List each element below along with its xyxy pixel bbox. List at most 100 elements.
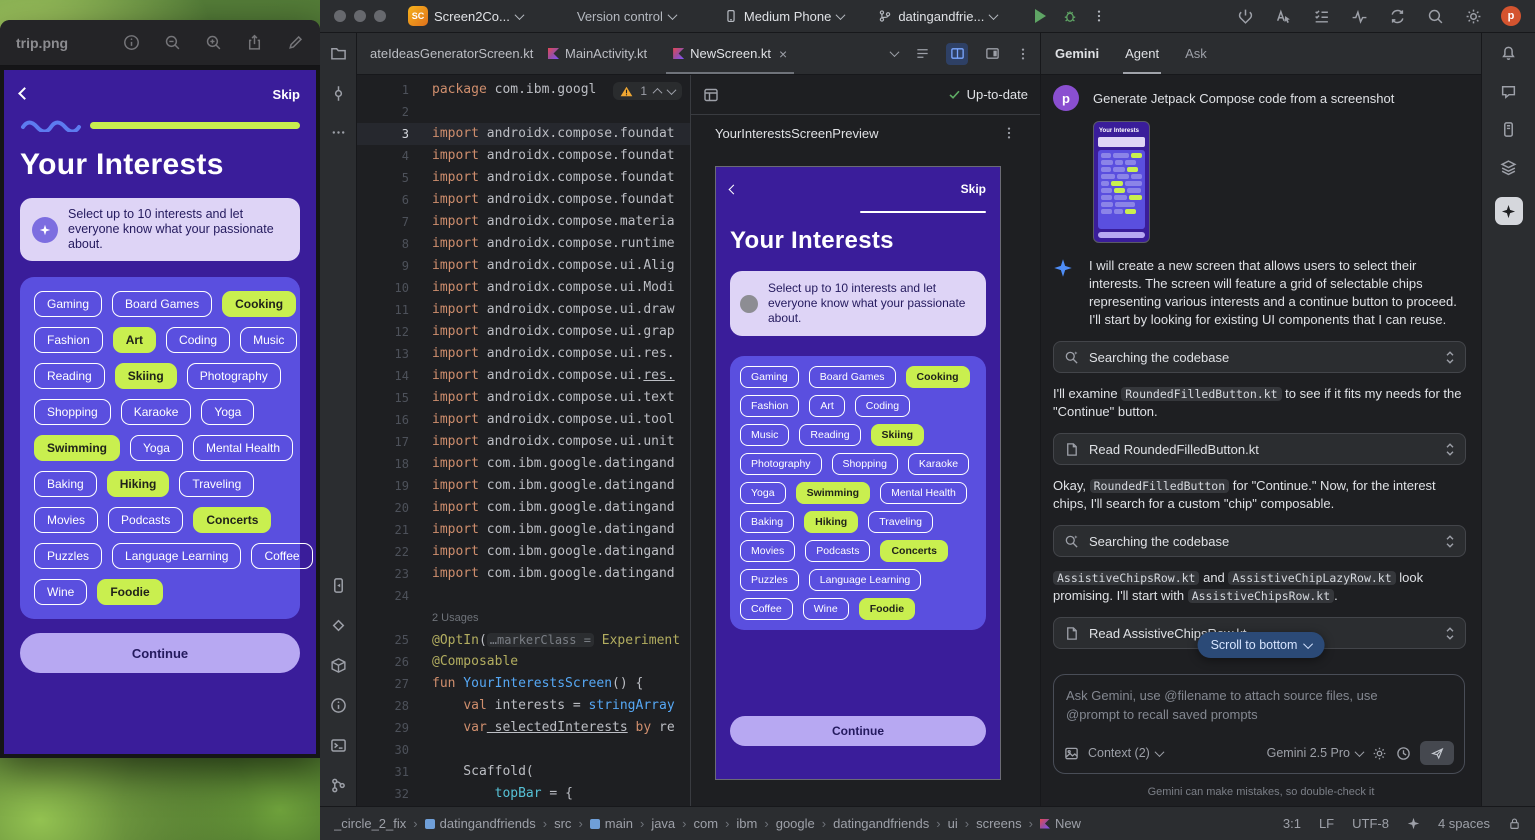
breadcrumb-item[interactable]: New [1040,816,1081,831]
layers-icon[interactable] [1500,159,1517,176]
project-widget[interactable]: SC Screen2Co... [408,6,523,26]
gemini-settings-icon[interactable] [1372,746,1387,761]
expand-collapse-icon[interactable] [1445,442,1455,457]
screenshot-thumbnail[interactable]: Your Interests [1093,121,1150,243]
interest-chip[interactable]: Language Learning [112,543,241,569]
device-explorer-icon[interactable] [1500,121,1517,138]
interest-chip[interactable]: Foodie [97,579,162,605]
code-line[interactable]: 3import androidx.compose.foundat [357,123,690,145]
interest-chip[interactable]: Cooking [222,291,296,317]
code-line[interactable]: 14import androidx.compose.ui.res. [357,365,690,387]
settings-icon[interactable] [1465,8,1482,25]
more-tools-icon[interactable] [331,125,346,140]
code-line[interactable]: 16import androidx.compose.ui.tool [357,409,690,431]
interest-chip[interactable]: Art [113,327,156,353]
code-line[interactable]: 8import androidx.compose.runtime [357,233,690,255]
code-line[interactable]: 12import androidx.compose.ui.grap [357,321,690,343]
interest-chip[interactable]: Wine [34,579,87,605]
context-selector[interactable]: Context (2) [1088,746,1163,760]
code-line[interactable]: 21import com.ibm.google.datingand [357,519,690,541]
interest-chip[interactable]: Board Games [112,291,212,317]
tab-main-activity[interactable]: MainActivity.kt [535,33,660,74]
problems-tool-icon[interactable] [330,697,347,714]
terminal-tool-icon[interactable] [330,737,347,754]
interest-chip[interactable]: Photography [187,363,281,389]
interest-chip[interactable]: Skiing [115,363,177,389]
code-line[interactable]: 29 var selectedInterests by re [357,717,690,739]
tab-ideas-generator-screen[interactable]: ateIdeasGeneratorScreen.kt [357,33,535,74]
model-selector[interactable]: Gemini 2.5 Pro [1267,746,1363,760]
interest-chip[interactable]: Puzzles [740,569,799,591]
breadcrumb-item[interactable]: datingandfriends [425,816,536,831]
interest-chip[interactable]: Skiing [871,424,925,446]
interest-chip[interactable]: Puzzles [34,543,102,569]
prev-problem-icon[interactable] [653,87,663,97]
sync-project-icon[interactable] [1389,8,1406,25]
interest-chip[interactable]: Movies [34,507,98,533]
commit-tool-icon[interactable] [330,85,347,102]
build-tool-icon[interactable] [330,657,347,674]
interest-chip[interactable]: Language Learning [809,569,922,591]
code-line[interactable]: 9import androidx.compose.ui.Alig [357,255,690,277]
interest-chip[interactable]: Yoga [740,482,786,504]
interest-chip[interactable]: Photography [740,453,822,475]
code-line[interactable]: 22import com.ibm.google.datingand [357,541,690,563]
split-view-button[interactable] [946,43,968,65]
interest-chip[interactable]: Fashion [34,327,103,353]
interest-chip[interactable]: Gaming [740,366,799,388]
code-line[interactable]: 31 Scaffold( [357,761,690,783]
interest-chip[interactable]: Mental Health [193,435,293,461]
code-line[interactable]: 18import com.ibm.google.datingand [357,453,690,475]
code-line[interactable]: 6import androidx.compose.foundat [357,189,690,211]
interest-chip[interactable]: Gaming [34,291,102,317]
usages-hint[interactable]: 2 Usages [432,612,478,624]
code-line[interactable]: 19import com.ibm.google.datingand [357,475,690,497]
breadcrumb-item[interactable]: screens [976,816,1022,831]
code-line[interactable]: 5import androidx.compose.foundat [357,167,690,189]
breadcrumb-item[interactable]: com [694,816,719,831]
markup-pencil-icon[interactable] [287,34,304,51]
send-button[interactable] [1420,741,1454,765]
interest-chip[interactable]: Baking [34,471,97,497]
version-control-tool-icon[interactable] [330,777,347,794]
zoom-in-icon[interactable] [205,34,222,51]
ai-assistant-icon[interactable] [1500,83,1517,100]
interest-chip[interactable]: Karaoke [908,453,969,475]
interest-chip[interactable]: Baking [740,511,794,533]
code-line[interactable]: 17import androidx.compose.ui.unit [357,431,690,453]
interest-chip[interactable]: Coding [855,395,910,417]
run-button[interactable] [1035,9,1046,23]
live-edit-icon[interactable] [1275,8,1292,25]
preview-name[interactable]: YourInterestsScreenPreview [715,126,879,141]
breadcrumb-item[interactable]: datingandfriends [833,816,929,831]
info-icon[interactable] [123,34,140,51]
interest-chip[interactable]: Shopping [832,453,898,475]
interest-chip[interactable]: Mental Health [880,482,967,504]
line-separator[interactable]: LF [1319,816,1334,831]
gemini-tool-button[interactable] [1495,197,1523,225]
code-view-button[interactable] [911,43,933,65]
interest-chip[interactable]: Concerts [880,540,948,562]
code-line[interactable]: 25@OptIn(…markerClass = Experiment [357,629,690,651]
interest-chip[interactable]: Hiking [107,471,170,497]
tab-new-screen[interactable]: NewScreen.kt × [660,33,800,74]
interest-chip[interactable]: Podcasts [108,507,183,533]
preview-options-icon[interactable] [1002,126,1016,140]
code-line[interactable]: 2 Usages [357,607,690,629]
layout-inspector-icon[interactable] [1237,8,1254,25]
code-line[interactable]: 15import androidx.compose.ui.text [357,387,690,409]
gemini-input-box[interactable]: Ask Gemini, use @filename to attach sour… [1053,674,1465,774]
editor-options-icon[interactable] [1016,47,1030,61]
code-line[interactable]: 20import com.ibm.google.datingand [357,497,690,519]
interest-chip[interactable]: Coffee [251,543,312,569]
interest-chip[interactable]: Music [240,327,297,353]
breadcrumb-item[interactable]: java [651,816,675,831]
next-problem-icon[interactable] [667,85,677,95]
interest-chip[interactable]: Karaoke [121,399,192,425]
skip-button[interactable]: Skip [273,87,300,102]
design-view-button[interactable] [981,43,1003,65]
close-window-icon[interactable] [334,10,346,22]
maximize-window-icon[interactable] [374,10,386,22]
tool-call-row[interactable]: Searching the codebase [1053,341,1466,373]
code-line[interactable]: 30 [357,739,690,761]
